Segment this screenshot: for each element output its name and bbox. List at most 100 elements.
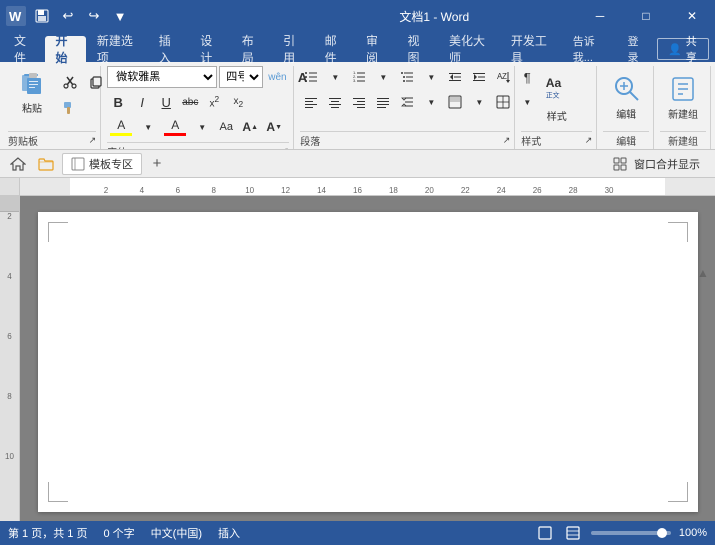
numbering-dropdown[interactable]: ▼ [372, 66, 394, 88]
align-left-button[interactable] [300, 91, 322, 113]
tab-home[interactable]: 开始 [45, 36, 85, 62]
vertical-ruler-mark: 2 [0, 212, 19, 221]
decrease-indent-button[interactable] [444, 66, 466, 88]
tab-login[interactable]: 登录 [618, 38, 655, 60]
font-color-dropdown[interactable]: ▼ [191, 116, 213, 138]
shrink-font-btn[interactable]: A▼ [263, 116, 285, 138]
tab-tell-me[interactable]: 告诉我... [563, 38, 615, 60]
highlight-dropdown[interactable]: ▼ [137, 116, 159, 138]
undo-quick-btn[interactable]: ↩ [56, 4, 80, 28]
tab-developer[interactable]: 开发工具 [501, 36, 562, 62]
input-mode[interactable]: 插入 [218, 525, 240, 541]
change-case-btn[interactable]: Aa [215, 116, 237, 138]
styles-button[interactable]: Aa 正文 样式 [531, 72, 583, 124]
justify-button[interactable] [372, 91, 394, 113]
ruler-mark: 2 [104, 186, 108, 195]
tab-new-options[interactable]: 新建选项 [87, 36, 148, 62]
window-merge-button[interactable]: 窗口合并显示 [604, 153, 709, 175]
quick-access-dropdown[interactable]: ▼ [108, 4, 132, 28]
ribbon-collapse-button[interactable]: ▲ [695, 62, 711, 150]
para-dialog-icon[interactable]: ↗ [503, 135, 511, 146]
ruler-mark: 4 [140, 186, 144, 195]
center-button[interactable] [324, 91, 346, 113]
tab-beautify[interactable]: 美化大师 [439, 36, 500, 62]
shading-button[interactable] [444, 91, 466, 113]
title-bar: W ↩ ↪ ▼ 文档1 - Word ─ □ ✕ [0, 0, 715, 32]
new-group-label: 新建组 [668, 106, 698, 121]
superscript-button[interactable]: x2 [203, 91, 225, 113]
line-spacing-button[interactable] [396, 91, 418, 113]
ruler-body: 24681012141618202224262830 [20, 178, 715, 195]
strikethrough-button[interactable]: abc [179, 91, 201, 113]
font-group-content: 微软雅黑 四号 wên A B I U abc [107, 66, 289, 140]
font-shading-btn[interactable]: A [107, 116, 135, 138]
tab-file[interactable]: 文件 [4, 36, 44, 62]
style-dialog-icon[interactable]: ↗ [585, 135, 593, 146]
clipboard-dialog-icon[interactable]: ↗ [89, 135, 97, 146]
font-color-bar [164, 133, 186, 136]
document-page[interactable] [38, 212, 698, 512]
status-bar: 第 1 页，共 1 页 0 个字 中文(中国) 插入 100% [0, 521, 715, 545]
tab-mailing[interactable]: 邮件 [315, 36, 355, 62]
restore-button[interactable]: □ [623, 0, 669, 32]
font-size-selector[interactable]: 四号 [219, 66, 263, 88]
format-painter-button[interactable] [58, 96, 82, 120]
zoom-thumb[interactable] [657, 528, 667, 538]
font-color-btn[interactable]: A [161, 116, 189, 138]
wen-format-btn[interactable]: wên [265, 66, 289, 88]
word-count: 0 个字 [103, 525, 134, 541]
bold-button[interactable]: B [107, 91, 129, 113]
quick-access-toolbar: ↩ ↪ ▼ [30, 4, 132, 28]
line-spacing-dropdown[interactable]: ▼ [420, 91, 442, 113]
font-family-selector[interactable]: 微软雅黑 [107, 66, 217, 88]
ruler-mark: 20 [425, 186, 434, 195]
styles-label: 样式 [547, 108, 567, 123]
redo-quick-btn[interactable]: ↪ [82, 4, 106, 28]
editing-group-label: 编辑 [603, 131, 649, 149]
ruler-mark: 10 [245, 186, 254, 195]
vertical-ruler-mark: 6 [0, 332, 19, 341]
tab-design[interactable]: 设计 [190, 36, 230, 62]
sort-button[interactable]: AZ [492, 66, 514, 88]
subscript-button[interactable]: x2 [227, 91, 249, 113]
tab-view[interactable]: 视图 [398, 36, 438, 62]
home-toolbar-btn[interactable] [6, 153, 30, 175]
ruler-mark: 24 [497, 186, 506, 195]
vertical-ruler: 246810 [0, 196, 20, 521]
paste-button[interactable]: 粘贴 [8, 66, 56, 118]
align-right-button[interactable] [348, 91, 370, 113]
tab-review[interactable]: 审阅 [356, 36, 396, 62]
font-row-1: 微软雅黑 四号 wên A [107, 66, 313, 88]
cut-button[interactable] [58, 70, 82, 94]
template-zone-btn[interactable]: 模板专区 [62, 153, 142, 175]
borders-button[interactable] [492, 91, 514, 113]
folder-toolbar-btn[interactable] [34, 153, 58, 175]
shading-dropdown[interactable]: ▼ [468, 91, 490, 113]
save-quick-btn[interactable] [30, 4, 54, 28]
tab-references[interactable]: 引用 [273, 36, 313, 62]
multilevel-list-button[interactable] [396, 66, 418, 88]
underline-button[interactable]: U [155, 91, 177, 113]
minimize-button[interactable]: ─ [577, 0, 623, 32]
svg-text:Z: Z [502, 72, 507, 81]
vertical-ruler-mark: 8 [0, 392, 19, 401]
bullets-dropdown[interactable]: ▼ [324, 66, 346, 88]
ruler-mark: 28 [569, 186, 578, 195]
document-area[interactable] [20, 196, 715, 521]
editing-button[interactable]: 编辑 [603, 72, 649, 124]
bullets-button[interactable] [300, 66, 322, 88]
add-tab-button[interactable]: + [146, 153, 168, 175]
grow-font-btn[interactable]: A▲ [239, 116, 261, 138]
print-layout-btn[interactable] [535, 523, 555, 543]
ruler-mark: 6 [176, 186, 180, 195]
web-layout-btn[interactable] [563, 523, 583, 543]
increase-indent-button[interactable] [468, 66, 490, 88]
tab-insert[interactable]: 插入 [149, 36, 189, 62]
language: 中文(中国) [151, 525, 202, 541]
tab-layout[interactable]: 布局 [232, 36, 272, 62]
numbering-button[interactable]: 1.2.3. [348, 66, 370, 88]
word-icon: W [6, 6, 26, 26]
multilevel-dropdown[interactable]: ▼ [420, 66, 442, 88]
italic-button[interactable]: I [131, 91, 153, 113]
zoom-slider[interactable] [591, 531, 671, 535]
